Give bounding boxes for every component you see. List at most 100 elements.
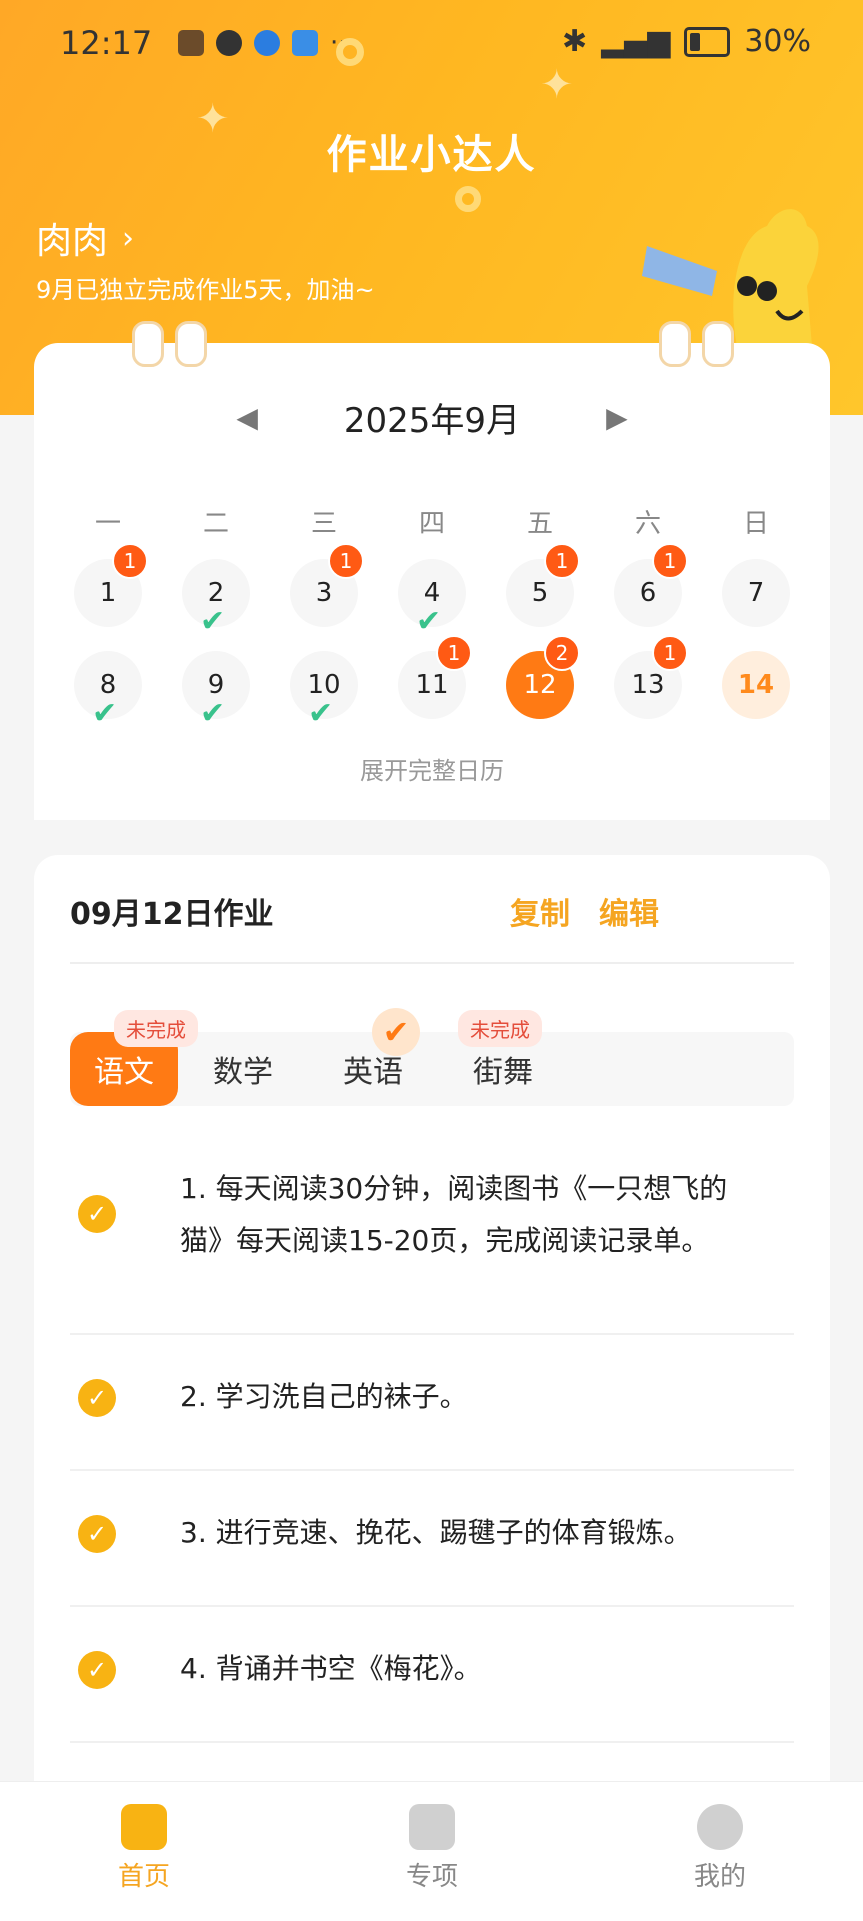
day-number: 11 [415,670,449,700]
day-number: 6 [639,578,657,608]
check-circle-icon[interactable]: ✓ [78,1651,116,1689]
day-number: 12 [523,670,557,700]
homework-item[interactable]: ✓ 4. 背诵并书空《梅花》。 [70,1605,794,1743]
app-title: 作业小达人 [326,132,537,178]
homework-item[interactable]: ✓ 1. 每天阅读30分钟，阅读图书《一只想飞的猫》每天阅读15-20页，完成阅… [70,1163,794,1335]
user-profile-link[interactable]: 肉肉 › [36,212,134,264]
tab-math[interactable]: 数学 [178,1032,308,1106]
document-icon [409,1804,455,1850]
signal-icon: ▂▄▆ [601,24,671,59]
progress-summary: 9月已独立完成作业5天，加油~ [36,276,375,304]
ring-decoration [336,38,364,66]
weekday-label: 二 [202,509,229,539]
status-time: 12:17 [60,24,153,62]
check-circle-icon[interactable]: ✓ [78,1195,116,1233]
bluetooth-icon: ✱ [561,24,588,59]
homework-item-text: 4. 背诵并书空《梅花》。 [180,1652,482,1685]
day-number: 5 [531,578,549,608]
browser-icon [254,30,280,56]
home-icon [121,1804,167,1850]
task-count-badge: 1 [544,543,580,579]
calendar-day[interactable]: 4 ✔ [398,559,466,639]
check-icon: ✔ [92,696,118,731]
calendar-card: ◀ 2025年9月 ▶ 一 二 三 四 五 六 日 1 1 2 ✔ 3 1 4 ✔ 5 1 6 1 7 8… [34,321,830,820]
homework-item[interactable]: ✓ 2. 学习洗自己的袜子。 [70,1333,794,1471]
calendar-day[interactable]: 12 2 [506,635,580,719]
profile-icon [697,1804,743,1850]
calendar-day[interactable]: 7 [722,559,790,627]
calendar-ring [702,321,734,367]
nav-label: 专项 [405,1862,458,1892]
check-icon: ✔ [372,1008,420,1056]
month-title: 2025年9月 [343,401,521,441]
check-icon: ✔ [308,696,334,731]
check-circle-icon[interactable]: ✓ [78,1379,116,1417]
tab-label: 街舞 [473,1055,533,1090]
check-icon: ✔ [200,696,226,731]
divider [70,1741,794,1743]
user-name: 肉肉 [36,221,109,262]
calendar-ring [175,321,207,367]
nav-home[interactable]: 首页 [84,1804,204,1893]
nav-special[interactable]: 专项 [372,1804,492,1893]
day-number: 7 [747,578,765,608]
nav-label: 我的 [693,1862,746,1892]
weekday-label: 日 [742,509,769,539]
calendar-day[interactable]: 51 [506,543,580,627]
app-notification-icon [178,30,204,56]
homework-item-text: 1. 每天阅读30分钟，阅读图书《一只想飞的猫》每天阅读15-20页，完成阅读记… [180,1172,728,1257]
next-month-icon[interactable]: ▶ [606,401,628,434]
homework-item[interactable]: ✓ 3. 进行竞速、挽花、踢毽子的体育锻炼。 [70,1469,794,1607]
tab-label: 数学 [213,1055,273,1090]
tab-english[interactable]: 英语 ✔ [308,1008,438,1106]
sparkle-icon: ✦ [540,62,574,108]
calendar-day[interactable]: 13 1 [614,635,688,719]
edit-button[interactable]: 编辑 [599,889,659,933]
divider [70,962,794,964]
weekday-label: 六 [634,509,661,539]
chevron-right-icon: › [122,220,135,256]
status-bar: 12:17 ··· ✱ ▂▄▆ 30% [0,0,863,88]
check-icon: ✔ [200,604,226,639]
tab-chinese[interactable]: 语文 未完成 [70,1010,198,1106]
calendar-grid: 1 1 2 ✔ 3 1 4 ✔ 5 1 6 1 7 8 ✔ 9 ✔ 10 ✔ 11 1 12 2 13 1 14 [54,543,810,731]
calendar-ring [659,321,691,367]
weekday-label: 四 [418,509,445,539]
calendar-day[interactable]: 8 ✔ [74,651,142,731]
bottom-nav: 首页 专项 我的 [0,1781,863,1921]
nav-label: 首页 [117,1862,170,1892]
weekday-label: 五 [526,509,553,539]
weather-icon [292,30,318,56]
calendar-ring [132,321,164,367]
prev-month-icon[interactable]: ◀ [236,401,258,434]
calendar-day[interactable]: 14 [722,651,790,719]
calendar-day[interactable]: 9 ✔ [182,651,250,731]
task-count-badge: 1 [652,635,688,671]
calendar-day[interactable]: 10 ✔ [290,651,358,731]
nav-mine[interactable]: 我的 [660,1804,780,1893]
calendar-day[interactable]: 11 1 [398,635,472,719]
check-circle-icon[interactable]: ✓ [78,1515,116,1553]
ring-decoration [455,186,481,212]
expand-calendar-button[interactable]: 展开完整日历 [34,751,830,786]
weekday-label: 三 [310,509,337,539]
calendar-day[interactable]: 11 [74,543,148,627]
status-tag: 未完成 [458,1010,542,1047]
tab-label: 语文 [94,1055,154,1090]
month-switcher: ◀ 2025年9月 ▶ [34,393,830,442]
tab-street-dance[interactable]: 街舞 未完成 [438,1010,568,1106]
task-count-badge: 1 [112,543,148,579]
subject-tabs: 语文 未完成 数学 英语 ✔ 街舞 未完成 [70,1008,794,1106]
task-count-badge: 2 [544,635,580,671]
status-right: ✱ ▂▄▆ 30% [562,24,811,59]
battery-level: 30% [744,24,811,59]
weekday-label: 一 [94,509,121,539]
calendar-day[interactable]: 61 [614,543,688,627]
copy-button[interactable]: 复制 [510,889,570,933]
calendar-day[interactable]: 2 ✔ [182,559,250,639]
day-number: 14 [737,670,775,700]
task-count-badge: 1 [328,543,364,579]
day-number: 1 [99,578,117,608]
calendar-day[interactable]: 31 [290,543,364,627]
task-count-badge: 1 [436,635,472,671]
